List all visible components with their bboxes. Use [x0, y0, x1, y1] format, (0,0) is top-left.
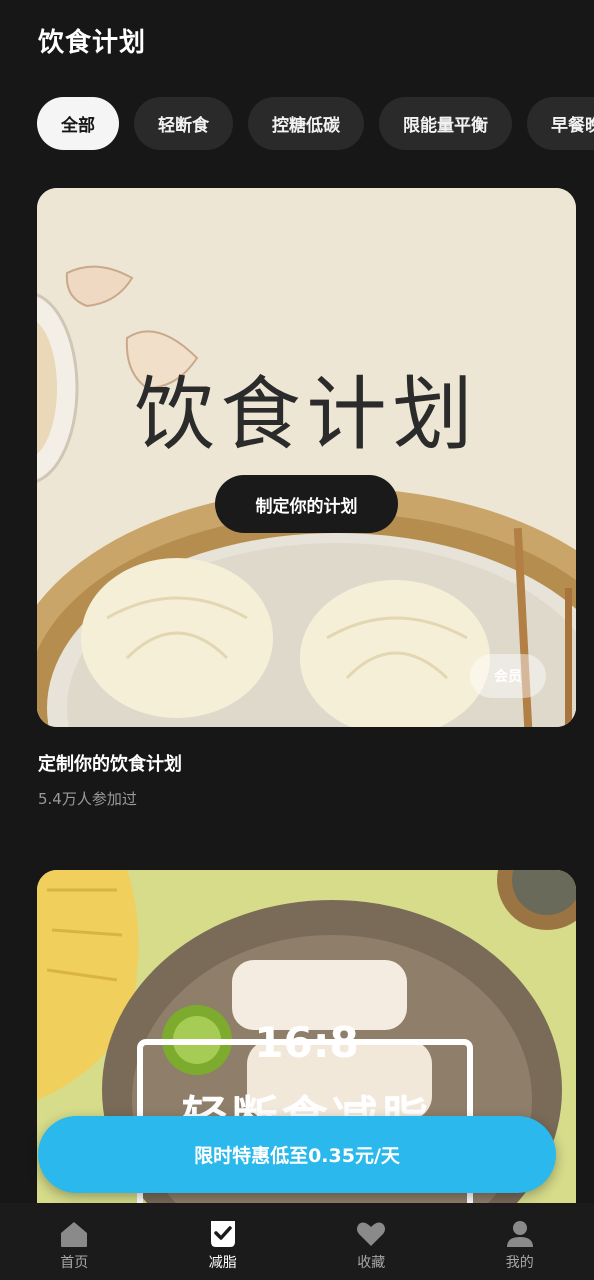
tabbar-item-profile[interactable]: 我的	[446, 1203, 594, 1280]
tabbar-label: 首页	[60, 1255, 89, 1271]
tab-low-carb[interactable]: 控糖低碳	[248, 97, 364, 150]
category-tabs: 全部 轻断食 控糖低碳 限能量平衡 早餐晚	[37, 97, 594, 151]
tabbar-label: 我的	[505, 1255, 534, 1271]
person-icon	[506, 1221, 533, 1247]
card-title[interactable]: 定制你的饮食计划	[38, 750, 182, 776]
banner-title: 饮食计划	[134, 368, 479, 461]
card-participants: 5.4万人参加过	[38, 790, 137, 808]
tab-all[interactable]: 全部	[37, 97, 119, 150]
tabbar-label: 减脂	[208, 1255, 237, 1271]
member-badge: 会员	[470, 654, 546, 698]
promo-button[interactable]: 限时特惠低至0.35元/天	[38, 1116, 556, 1193]
fasting-ratio: 16:8	[254, 1018, 359, 1067]
tabbar-item-home[interactable]: 首页	[0, 1203, 149, 1280]
diet-plan-card[interactable]: 饮食计划 制定你的计划 会员	[37, 188, 576, 727]
page-title: 饮食计划	[38, 28, 147, 58]
tabbar-item-favorites[interactable]: 收藏	[297, 1203, 446, 1280]
check-shield-icon	[210, 1221, 235, 1247]
tab-light-fasting[interactable]: 轻断食	[134, 97, 233, 150]
tab-energy-balance[interactable]: 限能量平衡	[379, 97, 512, 150]
make-plan-button[interactable]: 制定你的计划	[215, 475, 398, 533]
heart-icon	[357, 1222, 386, 1246]
bottom-tab-bar: 首页 减脂 收藏 我的	[0, 1203, 594, 1280]
tab-breakfast-dinner[interactable]: 早餐晚	[527, 97, 594, 150]
tabbar-item-fat-loss[interactable]: 减脂	[149, 1203, 298, 1280]
tabbar-label: 收藏	[357, 1255, 386, 1271]
home-icon	[61, 1222, 88, 1247]
